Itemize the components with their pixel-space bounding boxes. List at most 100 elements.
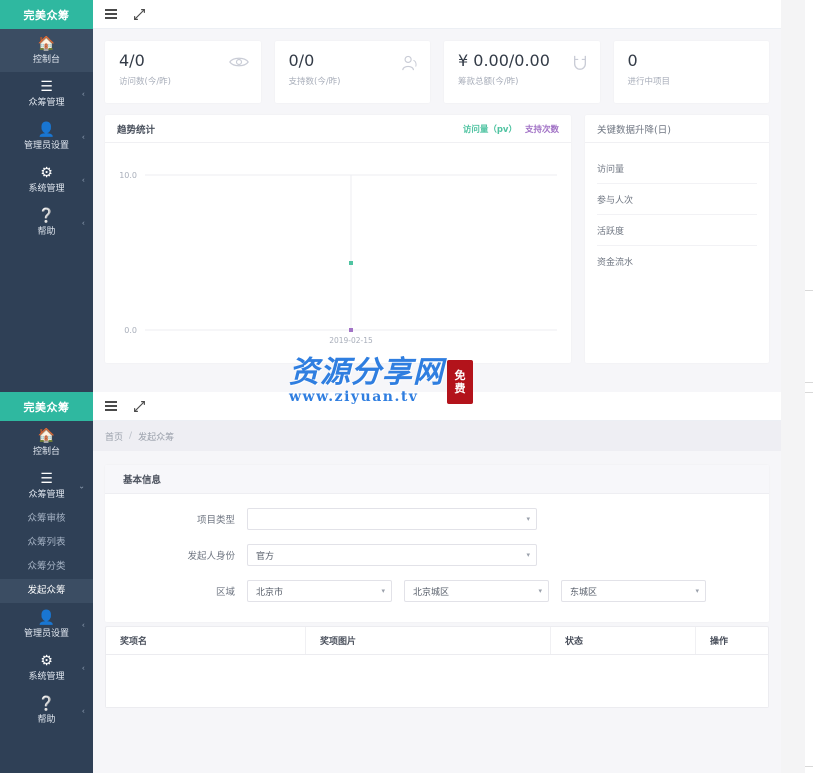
stats-row: 4/0 访问数(今/昨) 0/0 支持数(今/昨) ¥ 0.00/0.00 筹款…: [93, 29, 781, 103]
scroll-rail-top[interactable]: [805, 0, 813, 392]
svg-text:0.0: 0.0: [124, 326, 137, 335]
breadcrumb-home[interactable]: 首页: [105, 430, 123, 443]
stat-card-funds[interactable]: ¥ 0.00/0.00 筹款总额(今/昨): [444, 41, 600, 103]
sidebar-item-admin-settings[interactable]: 👤 管理员设置 ‹: [0, 603, 93, 646]
stat-label: 支持数(今/昨): [288, 77, 341, 87]
sidebar-item-help[interactable]: ❔ 帮助 ‹: [0, 201, 93, 244]
sidebar-subitem-label: 众筹列表: [27, 537, 66, 548]
sidebar-item-dashboard[interactable]: 🏠 控制台: [0, 421, 93, 464]
stat-value: ¥ 0.00/0.00: [458, 51, 550, 70]
rail-divider: [805, 382, 813, 383]
region-city-value: 北京城区: [413, 587, 450, 598]
sidebar-subitem-label: 众筹审核: [27, 513, 66, 524]
breadcrumb: 首页 / 发起众筹: [93, 421, 781, 451]
dashboard-content: 4/0 访问数(今/昨) 0/0 支持数(今/昨) ¥ 0.00/0.00 筹款…: [93, 29, 781, 392]
hamburger-icon[interactable]: [105, 401, 117, 411]
key-data-panel: 关键数据升降(日) 访问量 参与人次 活跃度 资金流水: [585, 115, 769, 363]
sidebar-nav: 🏠 控制台 ☰ 众筹管理 ‹ 👤 管理员设置 ‹ ⚙ 系统管理 ‹ ❔ 帮助 ‹: [0, 29, 93, 244]
column-header-reward-name[interactable]: 奖项名: [106, 627, 306, 654]
stat-label: 进行中项目: [627, 77, 671, 87]
window-gutter-bottom: [781, 392, 805, 773]
sidebar-item-label: 系统管理: [28, 184, 65, 194]
initiator-identity-value: 官方: [256, 551, 275, 562]
stat-label: 访问数(今/昨): [119, 77, 171, 87]
sidebar-nav: 🏠 控制台 ☰ 众筹管理 ⌄ 众筹审核 众筹列表 众筹分类 发起众筹 👤 管理员…: [0, 421, 93, 732]
sidebar-item-label: 控制台: [32, 55, 60, 65]
region-city-select[interactable]: 北京城区 ▾: [404, 580, 549, 602]
sidebar-item-admin-settings[interactable]: 👤 管理员设置 ‹: [0, 115, 93, 158]
question-circle-icon: ❔: [37, 208, 56, 224]
gear-icon: ⚙: [40, 165, 53, 181]
form-row-region: 区域 北京市 ▾ 北京城区 ▾ 东城区 ▾: [105, 580, 769, 602]
column-header-reward-image[interactable]: 奖项图片: [306, 627, 551, 654]
rewards-table: 奖项名 奖项图片 状态 操作: [105, 626, 769, 708]
key-data-row: 活跃度: [597, 215, 757, 246]
expand-arrows-icon[interactable]: [133, 8, 146, 21]
sidebar-subitem-category[interactable]: 众筹分类: [0, 555, 93, 579]
legend-item-pv[interactable]: 访问量（pv）: [463, 123, 517, 135]
panel-title: 趋势统计: [117, 124, 156, 136]
sidebar-subitem-launch[interactable]: 发起众筹: [0, 579, 93, 603]
chevron-left-icon: ‹: [81, 706, 85, 715]
sidebar-item-label: 众筹管理: [28, 490, 65, 500]
sidebar-item-label: 众筹管理: [28, 98, 65, 108]
sidebar-item-crowdfunding[interactable]: ☰ 众筹管理 ⌄: [0, 464, 93, 507]
initiator-identity-label: 发起人身份: [187, 551, 235, 562]
stat-card-supporters[interactable]: 0/0 支持数(今/昨): [274, 41, 430, 103]
user-icon: 👤: [37, 610, 56, 626]
magnet-icon: [573, 55, 586, 70]
sidebar-item-label: 系统管理: [28, 672, 65, 682]
region-province-select[interactable]: 北京市 ▾: [247, 580, 392, 602]
sidebar-dashboard: 完美众筹 🏠 控制台 ☰ 众筹管理 ‹ 👤 管理员设置 ‹ ⚙ 系统管理 ‹ ❔…: [0, 0, 93, 392]
stat-value: 0/0: [288, 51, 315, 70]
legend-item-support[interactable]: 支持次数: [525, 123, 559, 135]
window-gutter-top: [781, 0, 805, 392]
topbar-launch: [93, 392, 781, 421]
sidebar-item-help[interactable]: ❔ 帮助 ‹: [0, 689, 93, 732]
stat-card-active-projects[interactable]: 0 进行中项目: [613, 41, 769, 103]
sidebar-item-label: 控制台: [32, 447, 60, 457]
breadcrumb-current[interactable]: 发起众筹: [138, 430, 174, 443]
brand-logo[interactable]: 完美众筹: [0, 392, 93, 421]
eye-icon: [228, 57, 249, 67]
sidebar-subitem-list[interactable]: 众筹列表: [0, 531, 93, 555]
brand-logo[interactable]: 完美众筹: [0, 0, 93, 29]
stat-card-visits[interactable]: 4/0 访问数(今/昨): [105, 41, 261, 103]
chevron-left-icon: ‹: [81, 218, 85, 227]
sidebar-item-label: 帮助: [37, 227, 56, 237]
user-group-icon: [402, 55, 417, 71]
sidebar-item-dashboard[interactable]: 🏠 控制台: [0, 29, 93, 72]
column-header-status[interactable]: 状态: [551, 627, 696, 654]
home-icon: 🏠: [37, 36, 56, 52]
sidebar-launch: 完美众筹 🏠 控制台 ☰ 众筹管理 ⌄ 众筹审核 众筹列表 众筹分类 发起众筹 …: [0, 392, 93, 773]
column-header-actions[interactable]: 操作: [696, 627, 768, 654]
sidebar-item-system[interactable]: ⚙ 系统管理 ‹: [0, 646, 93, 689]
trend-chart[interactable]: 10.0 0.0 2019-02-15: [105, 143, 571, 361]
chevron-down-icon: ▾: [538, 587, 542, 595]
panels-row: 趋势统计 访问量（pv） 支持次数 10.0 0.0 2019-02-15 关键…: [93, 103, 781, 375]
initiator-identity-select[interactable]: 官方 ▾: [247, 544, 537, 566]
project-type-select[interactable]: ▾: [247, 508, 537, 530]
chevron-left-icon: ‹: [81, 132, 85, 141]
hamburger-icon[interactable]: [105, 9, 117, 19]
topbar-dashboard: [93, 0, 781, 29]
rail-divider: [805, 290, 813, 291]
gear-icon: ⚙: [40, 653, 53, 669]
expand-arrows-icon[interactable]: [133, 400, 146, 413]
rail-divider: [805, 392, 813, 393]
region-district-value: 东城区: [570, 587, 598, 598]
sidebar-subitem-review[interactable]: 众筹审核: [0, 507, 93, 531]
rewards-table-body: [106, 655, 768, 707]
sidebar-item-system[interactable]: ⚙ 系统管理 ‹: [0, 158, 93, 201]
basic-info-form: 项目类型 ▾ 发起人身份 官方 ▾ 区域 北京市 ▾ 北京城区 ▾ 东城区 ▾: [105, 494, 769, 622]
sidebar-subitem-label: 众筹分类: [27, 561, 66, 572]
scroll-rail-bottom[interactable]: [805, 392, 813, 773]
brand-label: 完美众筹: [23, 8, 70, 22]
sidebar-subitem-label: 发起众筹: [27, 585, 66, 596]
region-district-select[interactable]: 东城区 ▾: [561, 580, 706, 602]
sidebar-item-crowdfunding[interactable]: ☰ 众筹管理 ‹: [0, 72, 93, 115]
trend-chart-panel: 趋势统计 访问量（pv） 支持次数 10.0 0.0 2019-02-15: [105, 115, 571, 363]
chart-canvas: 10.0 0.0 2019-02-15: [119, 171, 557, 345]
chevron-left-icon: ‹: [81, 89, 85, 98]
